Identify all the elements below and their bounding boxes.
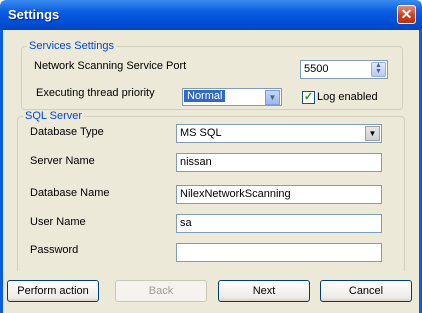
title-bar[interactable]: Settings ✕ [0,0,422,30]
button-bar: Perform action Back Next Cancel [3,271,419,313]
next-button[interactable]: Next [218,280,310,302]
chevron-down-icon[interactable]: ▼ [265,90,280,105]
database-type-value: MS SQL [180,127,222,139]
user-name-label: User Name [30,216,86,228]
port-label: Network Scanning Service Port [34,60,187,72]
settings-dialog: Settings ✕ Services Settings Network Sca… [0,0,422,313]
log-enabled-checkbox[interactable]: ✓ [302,91,315,104]
priority-value: Normal [184,90,226,102]
server-name-input[interactable]: nissan [176,153,382,172]
cancel-button[interactable]: Cancel [320,280,412,302]
port-value: 5500 [304,63,329,75]
spin-updown-icon[interactable]: ▲ ▼ [371,62,386,77]
window-title: Settings [8,7,60,22]
server-name-value: nissan [180,156,212,168]
database-name-value: NilexNetworkScanning [180,188,291,200]
port-spinbox[interactable]: 5500 ▲ ▼ [300,60,388,79]
close-button[interactable]: ✕ [397,5,416,24]
services-settings-legend: Services Settings [27,40,116,52]
services-settings-group: Services Settings Network Scanning Servi… [21,40,403,110]
user-name-input[interactable]: sa [176,214,382,233]
database-type-label: Database Type [30,126,104,138]
database-name-input[interactable]: NilexNetworkScanning [176,185,382,204]
client-area: Services Settings Network Scanning Servi… [0,30,422,313]
password-label: Password [30,244,79,256]
priority-dropdown[interactable]: Normal ▼ [182,88,282,106]
close-icon: ✕ [400,6,413,22]
perform-action-button[interactable]: Perform action [7,280,99,302]
server-name-label: Server Name [30,155,95,167]
log-enabled-label[interactable]: Log enabled [317,91,378,103]
database-name-label: Database Name [30,187,110,199]
checkmark-icon: ✓ [303,91,314,103]
chevron-down-icon[interactable]: ▼ [365,126,380,141]
sql-server-group: SQL Server Database Type MS SQL ▼ Server… [17,110,405,274]
password-input[interactable] [176,243,382,262]
settings-panel: Services Settings Network Scanning Servi… [5,30,417,274]
database-type-dropdown[interactable]: MS SQL ▼ [176,124,382,143]
back-button[interactable]: Back [115,280,207,302]
sql-server-legend: SQL Server [23,110,85,122]
priority-label: Executing thread priority [36,87,155,99]
user-name-value: sa [180,217,192,229]
